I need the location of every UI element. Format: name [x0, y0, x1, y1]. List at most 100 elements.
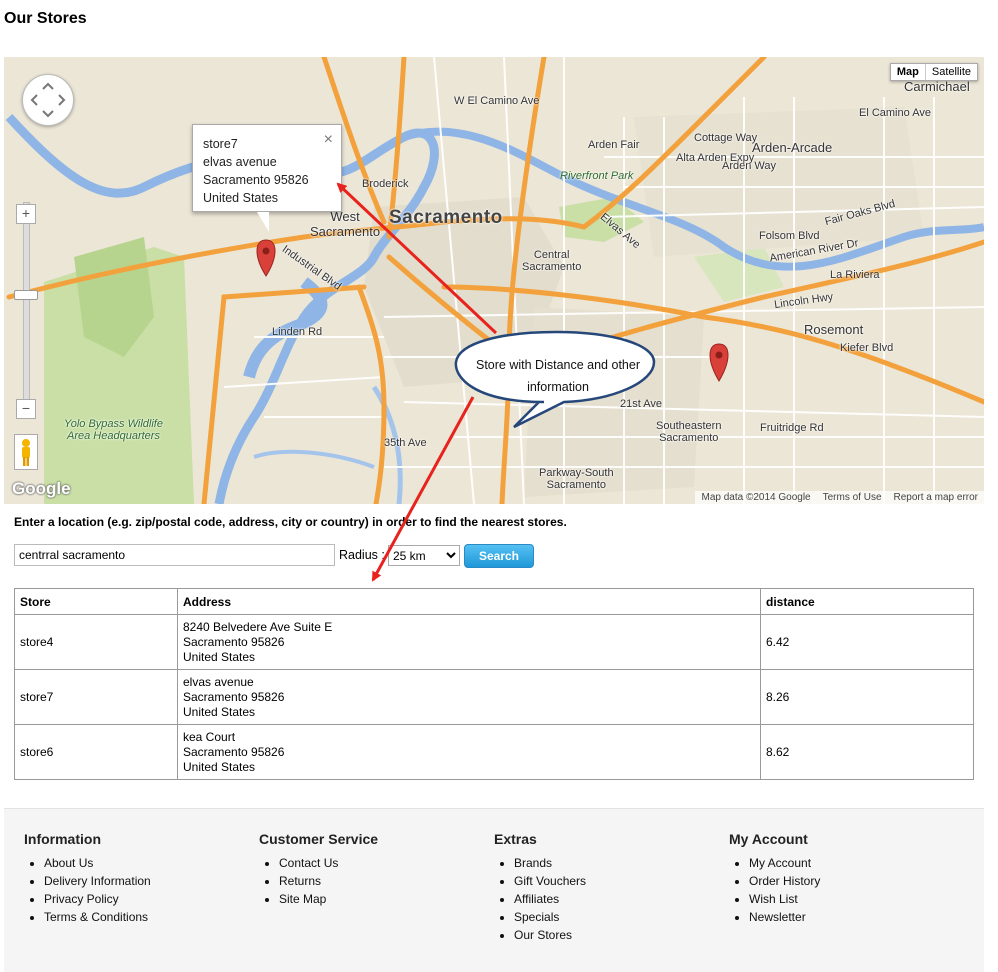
- footer-column-my-account: My Account My Account Order History Wish…: [729, 831, 820, 926]
- radius-label: Radius :: [339, 548, 385, 562]
- map-label-broderick: Broderick: [362, 178, 409, 190]
- cell-address: elvas avenue Sacramento 95826 United Sta…: [177, 669, 761, 725]
- search-button[interactable]: Search: [464, 544, 534, 568]
- map-label-riverfront-park: Riverfront Park: [560, 170, 634, 182]
- location-input[interactable]: [14, 544, 335, 566]
- map-label-folsom-blvd: Folsom Blvd: [759, 230, 820, 242]
- store-map[interactable]: Sacramento West Sacramento Arden-Arcade …: [4, 57, 984, 504]
- footer-link-order-history[interactable]: Order History: [749, 874, 820, 888]
- footer-link-privacy-policy[interactable]: Privacy Policy: [44, 892, 119, 906]
- address-line: 8240 Belvedere Ave Suite E: [183, 619, 333, 634]
- info-city-zip: Sacramento 95826: [203, 173, 309, 187]
- pan-arrows-icon: [30, 82, 66, 118]
- terms-of-use-link[interactable]: Terms of Use: [823, 492, 882, 503]
- map-attribution: Map data ©2014 Google Terms of Use Repor…: [695, 491, 984, 504]
- footer-heading: Extras: [494, 831, 537, 847]
- map-type-control: Map Satellite: [889, 63, 978, 81]
- footer-link-gift-vouchers[interactable]: Gift Vouchers: [514, 874, 586, 888]
- footer-column-customer-service: Customer Service Contact Us Returns Site…: [259, 831, 378, 908]
- map-label-arden-fair: Arden Fair: [588, 139, 640, 151]
- address-line: United States: [183, 704, 256, 719]
- address-line: United States: [183, 649, 256, 664]
- footer-link-my-account[interactable]: My Account: [749, 856, 811, 870]
- map-type-satellite-button[interactable]: Satellite: [926, 64, 977, 80]
- callout-annotation-text: Store with Distance and other informatio…: [476, 358, 640, 394]
- map-label-w-el-camino: W El Camino Ave: [454, 95, 540, 107]
- footer-heading: Customer Service: [259, 831, 379, 847]
- address-line: elvas avenue: [183, 674, 254, 689]
- info-window-tail: [257, 212, 269, 232]
- map-label-west-sacramento: West Sacramento: [310, 209, 381, 239]
- cell-address: kea Court Sacramento 95826 United States: [177, 724, 761, 780]
- store-marker-west[interactable]: [256, 239, 276, 277]
- map-label-central-sacramento: Central Sacramento: [522, 249, 582, 273]
- footer-link-brands[interactable]: Brands: [514, 856, 552, 870]
- report-map-error-link[interactable]: Report a map error: [894, 492, 978, 503]
- table-row: store4 8240 Belvedere Ave Suite E Sacram…: [14, 614, 974, 670]
- cell-distance: 8.26: [760, 669, 974, 725]
- google-logo: Google: [12, 479, 71, 498]
- cell-distance: 8.62: [760, 724, 974, 780]
- close-icon[interactable]: ×: [324, 131, 333, 149]
- address-line: Sacramento 95826: [183, 634, 285, 649]
- table-row: store6 kea Court Sacramento 95826 United…: [14, 724, 974, 780]
- footer-link-site-map[interactable]: Site Map: [279, 892, 326, 906]
- footer-link-our-stores[interactable]: Our Stores: [514, 928, 572, 942]
- header-store: Store: [14, 588, 178, 615]
- map-label-cottage-way: Cottage Way: [694, 132, 758, 144]
- footer-link-newsletter[interactable]: Newsletter: [749, 910, 806, 924]
- footer-link-specials[interactable]: Specials: [514, 910, 559, 924]
- map-label-35th-ave: 35th Ave: [384, 437, 427, 449]
- map-label-linden-rd: Linden Rd: [272, 326, 323, 338]
- zoom-out-button[interactable]: −: [16, 399, 36, 419]
- pegman-icon: [22, 439, 30, 466]
- address-line: kea Court: [183, 729, 236, 744]
- footer-link-wish-list[interactable]: Wish List: [749, 892, 798, 906]
- street-view-pegman[interactable]: [14, 434, 38, 470]
- map-label-el-camino-ave: El Camino Ave: [859, 107, 931, 119]
- map-label-rosemont: Rosemont: [804, 322, 864, 337]
- search-instructions: Enter a location (e.g. zip/postal code, …: [14, 515, 567, 529]
- footer-heading: My Account: [729, 831, 808, 847]
- map-label-la-riviera: La Riviera: [830, 269, 880, 281]
- page-title: Our Stores: [4, 10, 87, 27]
- header-distance: distance: [760, 588, 974, 615]
- footer-link-affiliates[interactable]: Affiliates: [514, 892, 559, 906]
- map-label-alta-arden-expy: Alta Arden Expy: [676, 152, 755, 164]
- footer-link-delivery-information[interactable]: Delivery Information: [44, 874, 151, 888]
- map-label-kiefer-blvd: Kiefer Blvd: [840, 342, 894, 354]
- cell-store: store4: [14, 614, 178, 670]
- zoom-slider-track[interactable]: [23, 202, 30, 414]
- footer-heading: Information: [24, 831, 101, 847]
- cell-distance: 6.42: [760, 614, 974, 670]
- footer-column-extras: Extras Brands Gift Vouchers Affiliates S…: [494, 831, 586, 944]
- footer-link-returns[interactable]: Returns: [279, 874, 321, 888]
- table-header-row: Store Address distance: [14, 588, 974, 615]
- info-street: elvas avenue: [203, 155, 277, 169]
- table-row: store7 elvas avenue Sacramento 95826 Uni…: [14, 669, 974, 725]
- zoom-slider-handle[interactable]: [14, 290, 38, 300]
- map-label-southeastern-sacramento: Southeastern Sacramento: [656, 420, 722, 444]
- map-label-arden-arcade: Arden-Arcade: [752, 140, 833, 155]
- map-label-21st-ave: 21st Ave: [620, 398, 662, 410]
- info-country: United States: [203, 191, 279, 205]
- pan-control[interactable]: [22, 74, 74, 126]
- radius-select[interactable]: 25 km: [388, 545, 460, 566]
- store-info-window: × store7 elvas avenue Sacramento 95826 U…: [192, 124, 342, 212]
- address-line: Sacramento 95826: [183, 689, 285, 704]
- address-line: Sacramento 95826: [183, 744, 285, 759]
- cell-address: 8240 Belvedere Ave Suite E Sacramento 95…: [177, 614, 761, 670]
- zoom-in-button[interactable]: +: [16, 204, 36, 224]
- footer-link-contact-us[interactable]: Contact Us: [279, 856, 338, 870]
- store-marker-east[interactable]: [709, 343, 729, 382]
- store-results-table: Store Address distance store4 8240 Belve…: [14, 588, 974, 780]
- map-label-parkway: Parkway-South Sacramento: [539, 467, 614, 491]
- address-line: United States: [183, 759, 256, 774]
- footer-column-information: Information About Us Delivery Informatio…: [24, 831, 151, 926]
- footer-link-about-us[interactable]: About Us: [44, 856, 93, 870]
- header-address: Address: [177, 588, 761, 615]
- map-data-credit: Map data ©2014 Google: [701, 492, 811, 503]
- info-store-name: store7: [203, 137, 238, 151]
- map-type-map-button[interactable]: Map: [891, 64, 926, 80]
- footer-link-terms-conditions[interactable]: Terms & Conditions: [44, 910, 148, 924]
